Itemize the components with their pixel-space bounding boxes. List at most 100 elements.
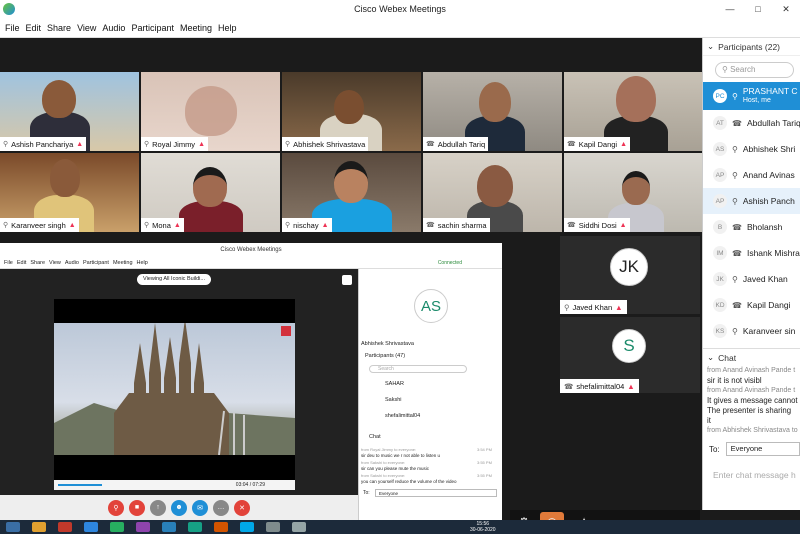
recipient-select[interactable]: Everyone xyxy=(725,442,800,456)
participant-row[interactable]: KD ☎ Kapil Dangi xyxy=(703,292,800,318)
menu-participant[interactable]: Participant xyxy=(131,23,174,33)
video-tile[interactable]: ☎ Abdullah Tariq xyxy=(423,72,562,151)
participant-row[interactable]: KS ⚲ Karanveer sin xyxy=(703,318,800,344)
participant-row[interactable]: AS ⚲ Abhishek Shri xyxy=(703,136,800,162)
mute-icon: ⚲ xyxy=(108,499,124,516)
chat-input[interactable]: Enter chat message h xyxy=(703,456,800,480)
chat-icon: ✉ xyxy=(192,499,208,516)
participant-initials: IM xyxy=(713,246,727,260)
participant-row[interactable]: AP ⚲ Ashish Panch xyxy=(703,188,800,214)
tile-name: ⚲ Ashish Panchariya ▲ xyxy=(0,137,87,151)
menu-edit[interactable]: Edit xyxy=(26,23,42,33)
video-tile[interactable]: ☎ Kapil Dangi ▲ xyxy=(564,72,703,151)
menu-meeting[interactable]: Meeting xyxy=(180,23,212,33)
participant-face xyxy=(334,161,368,203)
mic-icon: ⚲ xyxy=(732,274,738,284)
chat-header[interactable]: ⌄ Chat xyxy=(703,348,800,366)
shared-chat-meta: from Sakshi to everyone: xyxy=(361,473,406,478)
avatar-tile[interactable]: S ☎ shefalimittal04 ▲ xyxy=(560,317,700,393)
powerpoint-icon[interactable] xyxy=(214,522,228,532)
tile-name-text: nischay xyxy=(293,220,319,230)
start-icon[interactable] xyxy=(6,522,20,532)
mic-icon: ⚲ xyxy=(285,222,291,229)
menu-file[interactable]: File xyxy=(5,23,20,33)
signal-icon: ▲ xyxy=(620,140,628,148)
phone-icon: ☎ xyxy=(732,222,742,232)
chat-meta: from Anand Avinash Pande t xyxy=(707,367,796,374)
video-tile[interactable]: ⚲ Abhishek Shrivastava xyxy=(282,72,421,151)
word-icon[interactable] xyxy=(162,522,176,532)
participant-initials: AS xyxy=(713,142,727,156)
close-button[interactable]: ✕ xyxy=(772,0,800,18)
participant-row[interactable]: B ☎ Bholansh xyxy=(703,214,800,240)
participants-panel: ⌄ Participants (22) ⚲ Search PC ⚲ PRASHAN… xyxy=(702,38,800,510)
video-tile[interactable]: ⚲ Mona ▲ xyxy=(141,153,280,232)
excel-icon[interactable] xyxy=(110,522,124,532)
participant-initials: KS xyxy=(713,324,727,338)
participant-initials: AP xyxy=(713,194,727,208)
minimize-button[interactable]: — xyxy=(716,0,744,18)
video-icon: ■ xyxy=(129,499,145,516)
participant-row[interactable]: AP ⚲ Anand Avinas xyxy=(703,162,800,188)
participant-row[interactable]: IM ☎ Ishank Mishra xyxy=(703,240,800,266)
shared-screen[interactable]: Cisco Webex Meetings File Edit Share Vie… xyxy=(0,243,502,520)
chevron-down-icon: ⌄ xyxy=(707,352,715,362)
app-icon[interactable] xyxy=(266,522,280,532)
share-icon: ↑ xyxy=(150,499,166,516)
tile-name: ⚲ Karanveer singh ▲ xyxy=(0,218,79,232)
participant-name: Karanveer sin xyxy=(742,326,796,336)
menu-view[interactable]: View xyxy=(77,23,96,33)
signal-icon: ▲ xyxy=(627,381,635,391)
participant-face xyxy=(334,90,364,124)
participant-name: Javed Khan xyxy=(742,274,788,284)
video-tile[interactable]: ⚲ Ashish Panchariya ▲ xyxy=(0,72,139,151)
shared-controls: ⚲ ■ ↑ ☻ ✉ … ✕ xyxy=(0,495,358,520)
menu-help[interactable]: Help xyxy=(218,23,237,33)
chat-message: sir it is not visibl xyxy=(707,376,762,385)
maximize-button[interactable]: □ xyxy=(744,0,772,18)
signal-icon: ▲ xyxy=(76,140,84,148)
tile-name-text: shefalimittal04 xyxy=(576,381,625,391)
participant-search-input[interactable]: ⚲ Search xyxy=(715,62,794,78)
participant-row[interactable]: JK ⚲ Javed Khan xyxy=(703,266,800,292)
video-tile[interactable]: ☎ Siddhi Dosi ▲ xyxy=(564,153,703,232)
participants-header[interactable]: ⌄ Participants (22) xyxy=(703,38,800,56)
tile-name: ☎ sachin sharma xyxy=(423,218,490,232)
tile-name: ⚲ nischay ▲ xyxy=(282,218,332,232)
app-icon[interactable] xyxy=(188,522,202,532)
webex-logo-icon xyxy=(3,3,15,15)
video-tile[interactable]: ⚲ Royal Jimmy ▲ xyxy=(141,72,280,151)
app-icon[interactable] xyxy=(292,522,306,532)
tile-name-text: Siddhi Dosi xyxy=(578,220,617,230)
menu-audio[interactable]: Audio xyxy=(102,23,125,33)
clock: 15:56 30-06-2020 xyxy=(470,521,496,533)
participant-initials: KD xyxy=(713,298,727,312)
phone-icon: ☎ xyxy=(426,222,435,229)
participants-icon: ☻ xyxy=(171,499,187,516)
folder-icon[interactable] xyxy=(32,522,46,532)
shared-search: Search xyxy=(369,365,467,373)
video-tile[interactable]: ⚲ nischay ▲ xyxy=(282,153,421,232)
participant-face xyxy=(616,76,656,122)
skype-icon[interactable] xyxy=(240,522,254,532)
participant-initials: JK xyxy=(713,272,727,286)
logo-badge-icon xyxy=(281,326,291,336)
viewing-dropdown: Viewing All Iconic Buildi... xyxy=(137,274,211,285)
tile-name-text: Karanveer singh xyxy=(11,220,66,230)
avatar-tile[interactable]: JK ⚲ Javed Khan ▲ xyxy=(560,236,700,314)
shared-menu-item: Help xyxy=(136,259,148,266)
shared-chat-time: 3:55 PM xyxy=(477,473,492,478)
chrome-icon[interactable] xyxy=(84,522,98,532)
mic-icon: ⚲ xyxy=(3,141,9,148)
phone-icon: ☎ xyxy=(732,300,742,310)
participant-row[interactable]: AT ☎ Abdullah Tariq xyxy=(703,110,800,136)
participant-name: Bholansh xyxy=(746,222,783,232)
app-icon[interactable] xyxy=(136,522,150,532)
video-tile[interactable]: ⚲ Karanveer singh ▲ xyxy=(0,153,139,232)
participant-row-host[interactable]: PC ⚲ PRASHANT C Host, me xyxy=(703,82,800,110)
shared-chat-time: 3:54 PM xyxy=(477,447,492,452)
video-tile[interactable]: ☎ sachin sharma xyxy=(423,153,562,232)
pdf-icon[interactable] xyxy=(58,522,72,532)
menu-share[interactable]: Share xyxy=(47,23,71,33)
shared-to-label: To: xyxy=(363,490,370,496)
